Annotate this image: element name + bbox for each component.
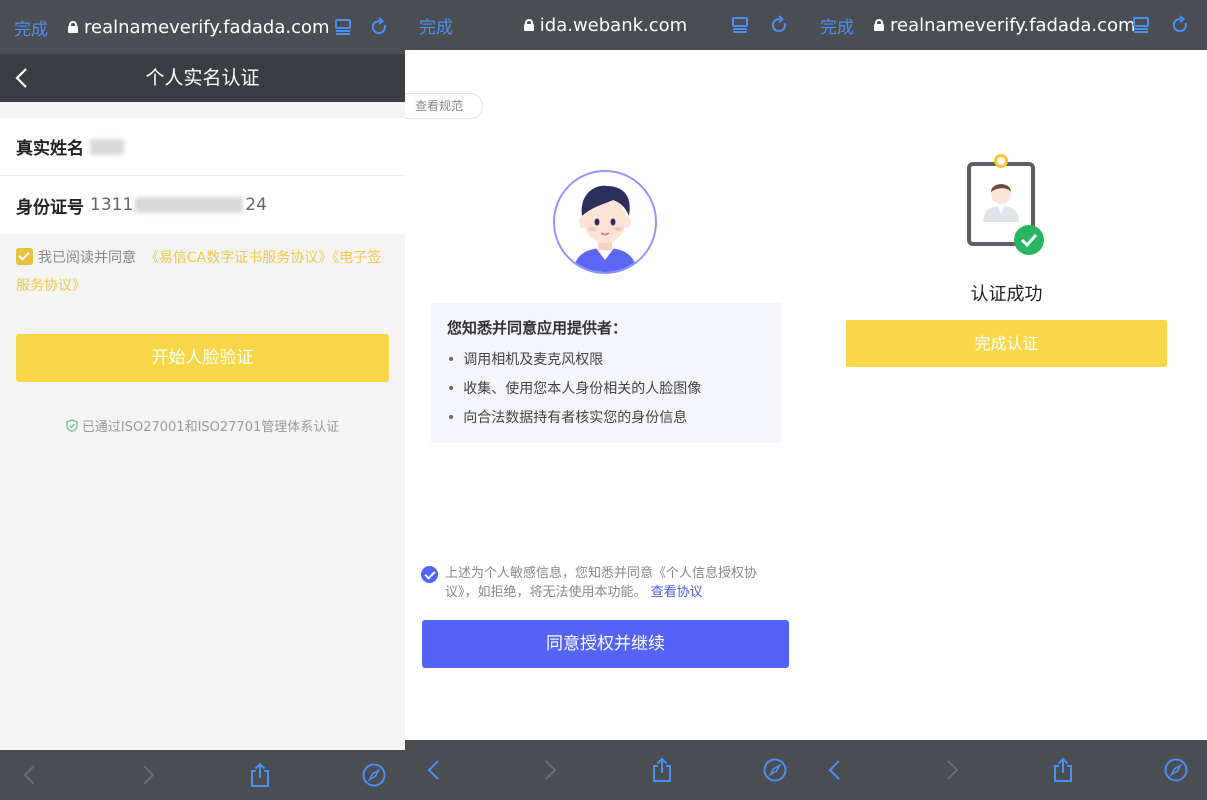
view-spec-button[interactable]: 查看规范 bbox=[405, 93, 483, 119]
id-label: 身份证号 bbox=[16, 197, 84, 218]
panel-face-authorization: 完成 ida.webank.com 查看规范 您知悉并同意应用提供者： 调用相机… bbox=[405, 0, 806, 800]
shield-check-icon bbox=[66, 419, 78, 432]
id-redaction bbox=[135, 197, 244, 213]
agreement-checkbox[interactable] bbox=[16, 248, 33, 265]
reload-icon[interactable] bbox=[369, 17, 389, 37]
share-icon[interactable] bbox=[649, 757, 675, 783]
share-icon[interactable] bbox=[247, 762, 273, 788]
avatar-illustration bbox=[555, 172, 655, 272]
back-icon[interactable] bbox=[12, 66, 34, 90]
browser-toolbar bbox=[405, 740, 806, 800]
forward-nav-icon[interactable] bbox=[134, 762, 160, 788]
consent-text: 上述为个人敏感信息，您知悉并同意《个人信息授权协议》，如拒绝，将无法使用本功能。… bbox=[421, 564, 788, 602]
lock-icon bbox=[68, 21, 78, 33]
back-nav-icon[interactable] bbox=[823, 757, 849, 783]
certification-note: 已通过ISO27001和ISO27701管理体系认证 bbox=[0, 416, 405, 435]
browser-topbar: 完成 realnameverify.fadada.com bbox=[0, 0, 405, 54]
reader-icon[interactable] bbox=[730, 15, 750, 35]
forward-nav-icon[interactable] bbox=[938, 757, 964, 783]
back-nav-icon[interactable] bbox=[422, 757, 448, 783]
lock-icon bbox=[523, 19, 534, 31]
reader-icon[interactable] bbox=[333, 17, 353, 37]
reader-icon[interactable] bbox=[1131, 15, 1151, 35]
panel-verification-success: 完成 realnameverify.fadada.com 认证成功 完成认证 bbox=[806, 0, 1207, 800]
permission-item: 向合法数据持有者核实您的身份信息 bbox=[447, 404, 765, 433]
permission-item: 调用相机及麦克风权限 bbox=[447, 346, 765, 375]
consent-checkbox[interactable] bbox=[421, 566, 438, 583]
url-bar[interactable]: realnameverify.fadada.com bbox=[62, 17, 343, 38]
permission-item: 收集、使用您本人身份相关的人脸图像 bbox=[447, 375, 765, 404]
compass-icon[interactable] bbox=[762, 757, 788, 783]
reload-icon[interactable] bbox=[769, 15, 789, 35]
back-nav-icon[interactable] bbox=[18, 762, 44, 788]
compass-icon[interactable] bbox=[361, 762, 387, 788]
lock-icon bbox=[874, 19, 884, 31]
browser-topbar: 完成 ida.webank.com bbox=[405, 0, 806, 50]
panel-identity-form: 完成 realnameverify.fadada.com 个人实名认证 真实姓名… bbox=[0, 0, 405, 800]
name-row[interactable]: 真实姓名 bbox=[0, 118, 405, 176]
name-value bbox=[90, 137, 124, 157]
reload-icon[interactable] bbox=[1170, 15, 1190, 35]
browser-toolbar bbox=[0, 750, 405, 800]
permission-title: 您知悉并同意应用提供者： bbox=[447, 319, 628, 337]
done-button[interactable]: 完成 bbox=[820, 13, 854, 38]
compass-icon[interactable] bbox=[1163, 757, 1189, 783]
name-label: 真实姓名 bbox=[16, 139, 84, 159]
id-badge-success-icon bbox=[967, 154, 1044, 255]
url-text: realnameverify.fadada.com bbox=[890, 14, 1136, 36]
url-text: realnameverify.fadada.com bbox=[84, 16, 330, 38]
view-agreement-link[interactable]: 查看协议 bbox=[651, 585, 703, 600]
id-row[interactable]: 身份证号 1311 24 bbox=[0, 176, 405, 234]
browser-toolbar bbox=[806, 740, 1207, 800]
url-text: ida.webank.com bbox=[539, 14, 688, 36]
id-value: 1311 24 bbox=[90, 195, 267, 215]
ca-agreement-link[interactable]: 《易信CA数字证书服务协议》 bbox=[145, 250, 332, 266]
finish-verification-button[interactable]: 完成认证 bbox=[846, 320, 1167, 367]
url-bar[interactable]: realnameverify.fadada.com bbox=[870, 15, 1143, 36]
success-text: 认证成功 bbox=[970, 284, 1043, 305]
permission-info-box: 您知悉并同意应用提供者： 调用相机及麦克风权限 收集、使用您本人身份相关的人脸图… bbox=[431, 303, 781, 443]
share-icon[interactable] bbox=[1050, 757, 1076, 783]
forward-nav-icon[interactable] bbox=[536, 757, 562, 783]
agreement-text: 我已阅读并同意 《易信CA数字证书服务协议》《电子签服务协议》 bbox=[16, 248, 382, 294]
page-title: 个人实名认证 bbox=[145, 67, 260, 89]
done-button[interactable]: 完成 bbox=[14, 15, 48, 40]
page-header: 个人实名认证 bbox=[0, 54, 405, 102]
user-avatar bbox=[553, 170, 657, 274]
identity-form: 真实姓名 身份证号 1311 24 bbox=[0, 118, 405, 234]
name-redaction bbox=[90, 138, 124, 155]
browser-topbar: 完成 realnameverify.fadada.com bbox=[806, 0, 1207, 50]
agree-continue-button[interactable]: 同意授权并继续 bbox=[422, 620, 789, 668]
start-face-verify-button[interactable]: 开始人脸验证 bbox=[16, 334, 389, 382]
